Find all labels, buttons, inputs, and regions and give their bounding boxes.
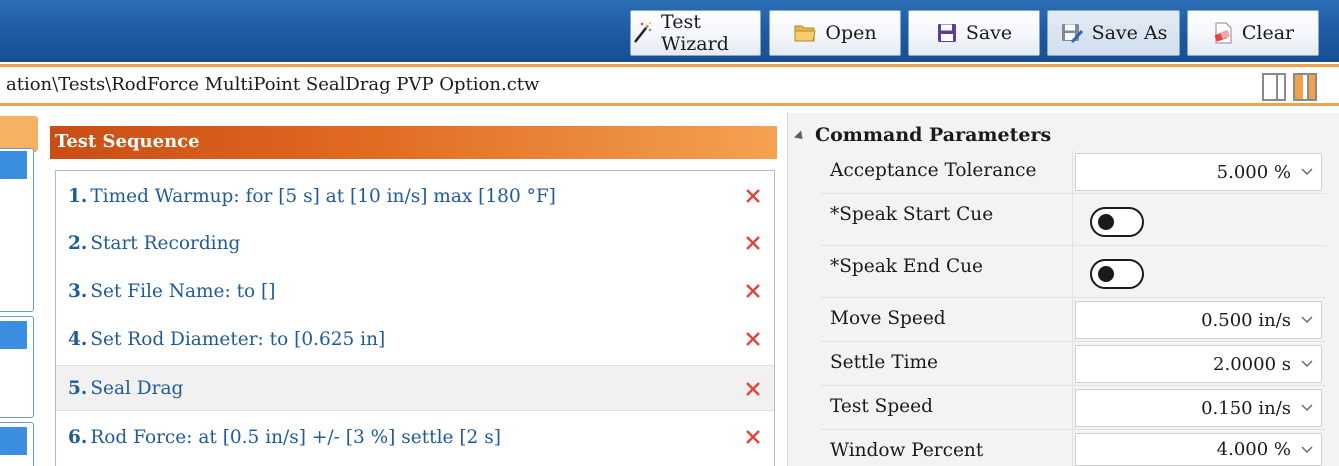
- delete-icon[interactable]: [744, 380, 762, 398]
- sequence-item[interactable]: 2. Start Recording: [56, 220, 774, 266]
- param-label: *Speak Start Cue: [830, 204, 994, 225]
- param-row-acceptance-tolerance: Acceptance Tolerance 5.000 %: [820, 150, 1326, 194]
- chevron-down-icon: [1301, 360, 1313, 367]
- save-as-button[interactable]: Save As: [1047, 10, 1180, 56]
- main-toolbar: Test Wizard Open Save Save As Clear: [0, 0, 1339, 62]
- sequence-item-number: 4.: [68, 328, 88, 350]
- command-parameters-title: Command Parameters: [815, 124, 1052, 146]
- param-value: 5.000 %: [1216, 161, 1291, 183]
- command-parameters-header[interactable]: Command Parameters: [793, 124, 1052, 146]
- chevron-down-icon: [1301, 404, 1313, 411]
- sequence-item-text: Timed Warmup: for [5 s] at [10 in/s] max…: [90, 185, 556, 207]
- chevron-down-icon: [1301, 316, 1313, 323]
- param-label: Move Speed: [830, 308, 946, 329]
- sequence-item-number: 3.: [68, 280, 88, 302]
- left-panel-header: [0, 116, 38, 152]
- clear-button[interactable]: Clear: [1187, 10, 1319, 56]
- save-label: Save: [965, 22, 1013, 44]
- test-speed-select[interactable]: 0.150 in/s: [1075, 389, 1322, 427]
- param-row-speak-start-cue: *Speak Start Cue: [820, 194, 1326, 246]
- test-wizard-button[interactable]: Test Wizard: [630, 10, 761, 56]
- acceptance-tolerance-select[interactable]: 5.000 %: [1075, 153, 1322, 191]
- settle-time-select[interactable]: 2.0000 s: [1075, 345, 1322, 383]
- floppy-edit-icon: [1061, 24, 1083, 44]
- param-value: 0.500 in/s: [1201, 309, 1291, 331]
- param-label: Window Percent: [830, 440, 984, 461]
- sequence-item-text: Rod Force: at [0.5 in/s] +/- [3 %] settl…: [90, 426, 501, 448]
- param-row-window-percent: Window Percent 4.000 %: [820, 430, 1326, 466]
- eraser-icon: [1214, 22, 1232, 44]
- window-percent-select[interactable]: 4.000 %: [1075, 433, 1322, 466]
- sequence-item[interactable]: 3. Set File Name: to []: [56, 268, 774, 314]
- sequence-item[interactable]: 6. Rod Force: at [0.5 in/s] +/- [3 %] se…: [56, 414, 774, 460]
- param-row-test-speed: Test Speed 0.150 in/s: [820, 386, 1326, 430]
- param-value: 0.150 in/s: [1201, 397, 1291, 419]
- speak-end-cue-toggle[interactable]: [1090, 259, 1144, 289]
- left-collapsed-panel: [0, 110, 42, 466]
- sequence-item-number: 2.: [68, 232, 88, 254]
- sequence-item[interactable]: 1. Timed Warmup: for [5 s] at [10 in/s] …: [56, 173, 774, 219]
- param-label: Settle Time: [830, 352, 938, 373]
- left-panel-group[interactable]: [0, 316, 34, 418]
- delete-icon[interactable]: [744, 428, 762, 446]
- test-sequence-header: Test Sequence: [50, 126, 777, 159]
- collapse-triangle-icon[interactable]: [793, 129, 807, 143]
- delete-icon[interactable]: [744, 234, 762, 252]
- sequence-item-selected[interactable]: 5. Seal Drag: [56, 365, 774, 411]
- param-value: 2.0000 s: [1213, 353, 1291, 375]
- sequence-item[interactable]: 4. Set Rod Diameter: to [0.625 in]: [56, 316, 774, 362]
- file-path-bar: ation\Tests\RodForce MultiPoint SealDrag…: [0, 64, 1339, 106]
- open-label: Open: [825, 22, 877, 44]
- split-pane-layout-button[interactable]: [1293, 73, 1317, 101]
- left-panel-group[interactable]: [0, 148, 34, 312]
- sequence-item-text: Seal Drag: [90, 377, 184, 399]
- sequence-item-number: 1.: [68, 185, 88, 207]
- delete-icon[interactable]: [744, 187, 762, 205]
- file-path: ation\Tests\RodForce MultiPoint SealDrag…: [6, 74, 540, 95]
- delete-icon[interactable]: [744, 330, 762, 348]
- move-speed-select[interactable]: 0.500 in/s: [1075, 301, 1322, 339]
- param-row-speak-end-cue: *Speak End Cue: [820, 246, 1326, 298]
- sequence-item-text: Start Recording: [90, 232, 241, 254]
- param-label: Test Speed: [830, 396, 933, 417]
- wand-icon: [634, 22, 652, 43]
- chevron-down-icon: [1301, 168, 1313, 175]
- sequence-item-text: Set File Name: to []: [90, 280, 276, 302]
- param-row-move-speed: Move Speed 0.500 in/s: [820, 298, 1326, 342]
- param-label: *Speak End Cue: [830, 256, 983, 277]
- sequence-item-number: 6.: [68, 426, 88, 448]
- sequence-item-number: 5.: [68, 377, 88, 399]
- save-button[interactable]: Save: [908, 10, 1040, 56]
- test-wizard-label: Test Wizard: [661, 11, 729, 55]
- speak-start-cue-toggle[interactable]: [1090, 207, 1144, 237]
- floppy-icon: [937, 24, 956, 42]
- left-panel-group[interactable]: [0, 422, 34, 466]
- sequence-item-text: Set Rod Diameter: to [0.625 in]: [90, 328, 386, 350]
- param-label: Acceptance Tolerance: [830, 160, 1037, 181]
- clear-label: Clear: [1241, 22, 1295, 44]
- test-sequence-list: 1. Timed Warmup: for [5 s] at [10 in/s] …: [55, 170, 775, 466]
- single-pane-layout-button[interactable]: [1262, 73, 1286, 101]
- delete-icon[interactable]: [744, 282, 762, 300]
- chevron-down-icon: [1301, 446, 1313, 453]
- param-row-settle-time: Settle Time 2.0000 s: [820, 342, 1326, 386]
- folder-icon: [794, 25, 816, 42]
- save-as-label: Save As: [1091, 22, 1168, 44]
- param-value: 4.000 %: [1216, 439, 1291, 460]
- open-button[interactable]: Open: [769, 10, 901, 56]
